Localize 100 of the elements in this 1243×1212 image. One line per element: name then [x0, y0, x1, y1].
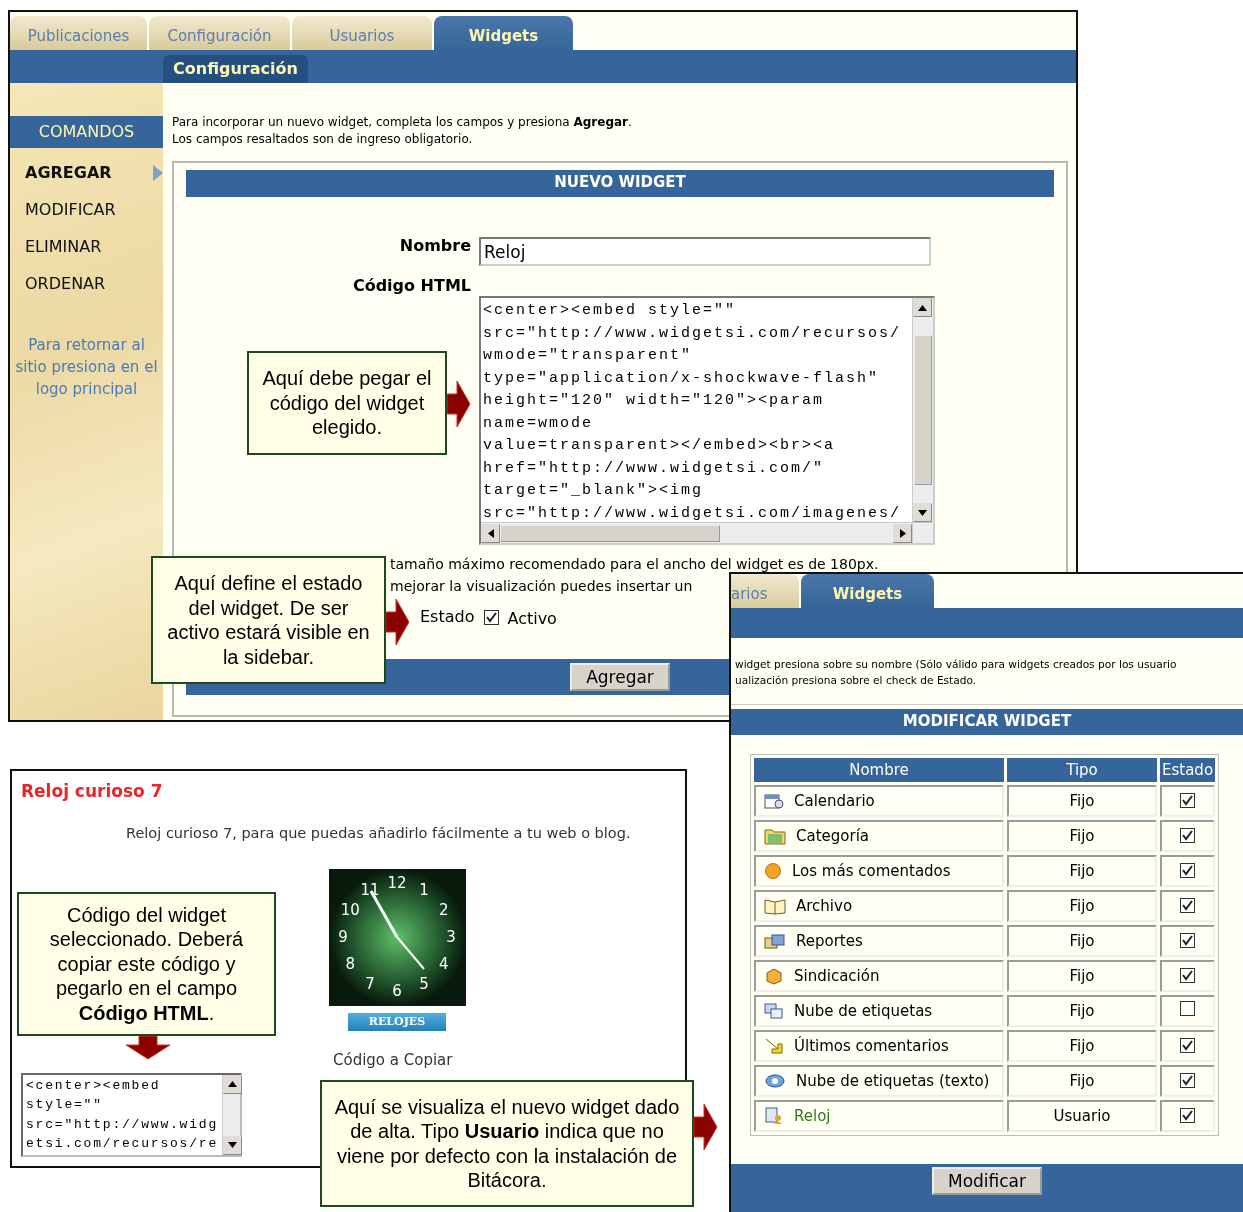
code-textarea[interactable]: <center><embed style="" src="http://www.widg etsi.com/recursos/re: [21, 1072, 242, 1157]
checkbox[interactable]: [1180, 1072, 1196, 1088]
instruction-text: Para incorporar un nuevo widget, completa los campos y presiona Agregar.: [172, 114, 633, 131]
command-link[interactable]: MODIFICAR: [10, 191, 163, 228]
callout-note: Aquí define el estado del widget. De ser activo estará visible en la sidebar.: [151, 556, 386, 684]
arrow-icon: [764, 1037, 784, 1056]
checkmark-icon: [1182, 934, 1194, 946]
code-textarea[interactable]: <center><embed style="" src="http://www.widgetsi.com/recursos/ wmode="transparent" type="application/x-shockwave-flash" height="120" width="120"><param name=wmode value=transparent></embed><br><a href="http://www.widgetsi.com/" target="_blank"><img src="http://www.widgetsi.com/imagenes/: [479, 296, 935, 545]
triangle-icon: [228, 1142, 237, 1149]
table-cell: Fijo: [1007, 995, 1157, 1027]
clock-drawing: 11 12 1 10 2 9 3 8 4 7 6 5: [328, 869, 466, 1007]
command-link[interactable]: ORDENAR: [10, 265, 163, 302]
checkmark-icon: [1182, 899, 1194, 911]
checkbox[interactable]: [1180, 1000, 1196, 1016]
widget-name-link[interactable]: Reloj: [794, 1104, 831, 1128]
arrow-icon: [447, 380, 471, 428]
checkbox[interactable]: [1180, 932, 1196, 948]
hint-text: tamaño máximo recomendado para el ancho del widget es de 180px.: [390, 555, 879, 574]
checkbox[interactable]: [1180, 1037, 1196, 1053]
checkbox[interactable]: [1180, 1107, 1196, 1123]
checkbox[interactable]: [1180, 792, 1196, 808]
table-cell: Fijo: [1007, 925, 1157, 957]
triangle-icon: [899, 528, 906, 538]
table-cell-text: Calendario: [794, 790, 875, 812]
column-header: Tipo: [1007, 758, 1157, 782]
book-icon: [764, 897, 786, 916]
form-title-bar: MODIFICAR WIDGET: [731, 709, 1243, 735]
checkmark-icon: [486, 611, 498, 623]
arrow-icon: [694, 1103, 718, 1151]
calendar-icon: [764, 792, 784, 811]
table-cell-text: Categoría: [796, 825, 869, 847]
circle-icon: [764, 862, 782, 881]
scroll-button[interactable]: [223, 1074, 242, 1094]
command-link[interactable]: ELIMINAR: [10, 228, 163, 265]
table-cell-text: Nube de etiquetas (texto): [796, 1070, 990, 1092]
scroll-button[interactable]: [481, 523, 500, 543]
tab[interactable]: Widgets: [801, 574, 934, 608]
checkmark-icon: [1182, 1039, 1194, 1051]
scroll-button[interactable]: [893, 523, 912, 543]
table-cell-text: Los más comentados: [792, 860, 951, 882]
table-cell-text: Reportes: [796, 930, 863, 952]
name-field[interactable]: Reloj: [479, 237, 931, 266]
checkmark-icon: [1182, 794, 1194, 806]
instruction-text: ualización presiona sobre el check de Estado.: [735, 673, 978, 688]
column-header: Estado: [1160, 758, 1216, 782]
table-cell-text: Sindicación: [794, 965, 880, 987]
submit-button[interactable]: Modificar: [931, 1167, 1042, 1195]
checkbox[interactable]: [1180, 897, 1196, 913]
column-header: Nombre: [754, 758, 1004, 782]
field-label: Código HTML: [351, 275, 471, 296]
table-cell: Fijo: [1007, 820, 1157, 852]
submit-button[interactable]: Agregar: [570, 663, 670, 691]
active-checkbox-label[interactable]: Activo: [484, 603, 557, 631]
table-cell-text: Últimos comentarios: [794, 1035, 949, 1057]
scroll-button[interactable]: [913, 298, 932, 317]
checkmark-icon: [1182, 969, 1194, 981]
arrow-icon: [125, 1036, 171, 1060]
triangle-icon: [918, 509, 927, 516]
callout-note: Código del widget seleccionado. Deberá copiar este código y pegarlo en el campo Código HTML.: [17, 892, 276, 1036]
subtab[interactable]: Configuración: [163, 55, 308, 83]
checkbox[interactable]: [1180, 862, 1196, 878]
triangle-icon: [228, 1081, 237, 1088]
hint-text: mejorar la visualización puedes insertar un: [390, 577, 693, 596]
form-title-bar: NUEVO WIDGET: [186, 170, 1054, 197]
scroll-thumb[interactable]: [914, 335, 932, 485]
sidebar-heading: COMANDOS: [10, 116, 163, 148]
callout-note: Aquí se visualiza el nuevo widget dado de alta. Tipo Usuario indica que no viene por defecto con la instalación de Bitácora.: [320, 1080, 694, 1207]
table-cell: Fijo: [1007, 960, 1157, 992]
checkbox[interactable]: [1180, 967, 1196, 983]
field-label: Nombre: [398, 235, 471, 257]
widget-description: Reloj curioso 7, para que puedas añadirlo fácilmente a tu web o blog.: [126, 823, 632, 843]
checkmark-icon: [1182, 829, 1194, 841]
arrow-icon: [386, 598, 410, 646]
command-link[interactable]: AGREGAR: [10, 154, 163, 191]
table-cell: Fijo: [1007, 1065, 1157, 1097]
table-cell: Fijo: [1007, 855, 1157, 887]
windows-icon: [764, 1002, 784, 1021]
checkbox[interactable]: [1180, 827, 1196, 843]
table-cell-text: Archivo: [796, 895, 853, 917]
logo-banner: RELOJES: [348, 1013, 446, 1032]
scroll-button[interactable]: [223, 1135, 242, 1155]
checkmark-icon: [1182, 1109, 1194, 1121]
table-cell: Fijo: [1007, 1030, 1157, 1062]
field-label: Estado: [420, 606, 475, 628]
checkmark-icon: [1182, 864, 1194, 876]
triangle-icon: [918, 304, 927, 311]
scroll-button[interactable]: [913, 503, 932, 522]
tab[interactable]: Widgets: [434, 16, 573, 50]
callout-note: Aquí debe pegar el código del widget elegido.: [247, 351, 447, 455]
caption-text: Código a Copiar: [332, 1050, 453, 1072]
pointer-icon: [153, 164, 163, 181]
scrollbar-corner: [912, 522, 933, 543]
widget-title: Reloj curioso 7: [20, 780, 164, 803]
triangle-icon: [487, 528, 494, 538]
scroll-thumb[interactable]: [500, 524, 720, 542]
checkmark-icon: [1182, 1074, 1194, 1086]
instruction-text: Los campos resaltados son de ingreso obligatorio.: [172, 131, 474, 148]
folder-icon: [764, 827, 786, 846]
books-icon: [764, 932, 786, 951]
table-cell: Usuario: [1007, 1100, 1157, 1132]
